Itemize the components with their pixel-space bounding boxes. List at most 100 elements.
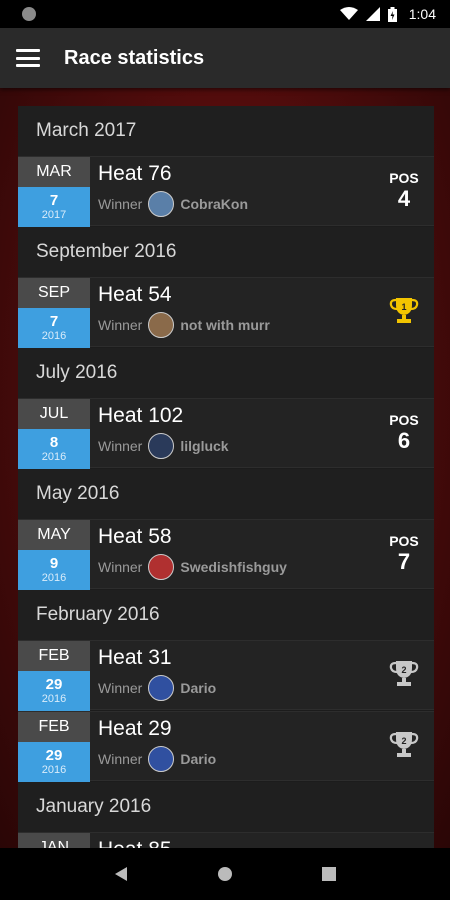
- race-row[interactable]: MAR 7 2017 Heat 76 Winner CobraKon POS 4: [18, 156, 434, 227]
- clock: 1:04: [408, 6, 436, 22]
- avatar: [148, 191, 175, 217]
- date-day-block: 7 2017: [18, 187, 90, 227]
- race-row[interactable]: MAY 9 2016 Heat 58 Winner Swedishfishguy…: [18, 519, 434, 590]
- winner-line: Winner Dario: [98, 675, 374, 701]
- menu-icon[interactable]: [16, 49, 40, 67]
- avatar: [148, 675, 175, 701]
- status-icons: 1:04: [339, 6, 436, 22]
- date-year: 2016: [41, 330, 67, 342]
- app-bar: Race statistics: [0, 28, 450, 88]
- month-header: May 2016: [18, 469, 434, 519]
- date-day: 7: [49, 313, 59, 330]
- race-list[interactable]: March 2017 MAR 7 2017 Heat 76 Winner Cob…: [18, 106, 434, 848]
- wifi-icon: [339, 7, 358, 20]
- date-year: 2016: [41, 572, 67, 584]
- winner-label: Winner: [98, 196, 143, 212]
- winner-line: Winner Dario: [98, 746, 374, 772]
- winner-name: not with murr: [180, 317, 270, 333]
- page-title: Race statistics: [64, 46, 205, 69]
- position-value: 7: [397, 548, 411, 574]
- date-day: 9: [49, 555, 59, 572]
- position-label: POS: [389, 411, 419, 428]
- date-day-block: 29 2016: [18, 671, 90, 711]
- signal-icon: [365, 7, 380, 21]
- race-row[interactable]: SEP 7 2016 Heat 54 Winner not with murr …: [18, 277, 434, 348]
- race-name: Heat 102: [98, 404, 184, 427]
- recents-icon[interactable]: [321, 867, 336, 881]
- date-badge: JUL 8 2016: [18, 399, 90, 469]
- race-row[interactable]: FEB 29 2016 Heat 29 Winner Dario 2: [18, 711, 434, 782]
- race-row[interactable]: FEB 29 2016 Heat 31 Winner Dario 2: [18, 640, 434, 711]
- winner-name: Dario: [180, 751, 217, 767]
- race-name: Heat 85: [98, 837, 374, 848]
- date-badge: FEB 29 2016: [18, 641, 90, 711]
- position-label: POS: [389, 532, 419, 549]
- svg-text:2: 2: [401, 665, 406, 675]
- date-month: MAY: [18, 520, 90, 550]
- date-badge: MAY 9 2016: [18, 520, 90, 590]
- race-name: Heat 29: [98, 717, 172, 740]
- winner-name: CobraKon: [180, 196, 249, 212]
- month-header: March 2017: [18, 106, 434, 156]
- race-info: Heat 54 Winner not with murr: [90, 278, 374, 346]
- winner-line: Winner lilgluck: [98, 433, 374, 459]
- date-day-block: 29 2016: [18, 742, 90, 782]
- race-result: 2: [374, 712, 434, 780]
- race-info: Heat 29 Winner Dario: [90, 712, 374, 780]
- date-month: FEB: [18, 641, 90, 671]
- position-value: 6: [397, 427, 411, 453]
- winner-label: Winner: [98, 438, 143, 454]
- avatar: [148, 746, 175, 772]
- date-badge: JAN: [18, 833, 90, 848]
- date-badge: FEB 29 2016: [18, 712, 90, 782]
- date-badge: SEP 7 2016: [18, 278, 90, 348]
- winner-line: Winner Swedishfishguy: [98, 554, 374, 580]
- system-nav-bar: [0, 848, 450, 900]
- date-day: 8: [49, 434, 59, 451]
- position-label: POS: [389, 169, 419, 186]
- date-year: 2017: [41, 209, 67, 221]
- race-result: POS 7: [374, 520, 434, 588]
- avatar: [148, 433, 175, 459]
- avatar: [148, 554, 175, 580]
- race-info: Heat 31 Winner Dario: [90, 641, 374, 709]
- winner-name: Swedishfishguy: [180, 559, 287, 575]
- race-row[interactable]: JAN Heat 85 1: [18, 832, 434, 848]
- race-name: Heat 31: [98, 646, 172, 669]
- race-info: Heat 85: [90, 833, 374, 848]
- date-month: MAR: [18, 157, 90, 187]
- status-bar: 1:04: [0, 0, 450, 28]
- winner-label: Winner: [98, 680, 143, 696]
- race-result: 2: [374, 641, 434, 709]
- month-header: February 2016: [18, 590, 434, 640]
- date-month: SEP: [18, 278, 90, 308]
- race-result: 1: [374, 833, 434, 848]
- date-year: 2016: [41, 764, 67, 776]
- winner-name: Dario: [180, 680, 217, 696]
- race-row[interactable]: JUL 8 2016 Heat 102 Winner lilgluck POS …: [18, 398, 434, 469]
- silver-trophy-icon: 2: [388, 658, 420, 693]
- race-result: POS 4: [374, 157, 434, 225]
- date-day-block: 7 2016: [18, 308, 90, 348]
- race-name: Heat 54: [98, 283, 172, 306]
- race-name: Heat 58: [98, 525, 172, 548]
- home-icon[interactable]: [217, 866, 233, 882]
- month-header: January 2016: [18, 782, 434, 832]
- winner-label: Winner: [98, 751, 143, 767]
- date-day: 29: [45, 676, 63, 693]
- back-icon[interactable]: [114, 866, 128, 882]
- date-day: 7: [49, 192, 59, 209]
- winner-line: Winner CobraKon: [98, 191, 374, 217]
- date-badge: MAR 7 2017: [18, 157, 90, 227]
- winner-name: lilgluck: [180, 438, 229, 454]
- battery-icon: [387, 6, 397, 22]
- date-day: 29: [45, 747, 63, 764]
- silver-trophy-icon: 2: [388, 729, 420, 764]
- date-day-block: 9 2016: [18, 550, 90, 590]
- notification-dot-icon: [22, 7, 36, 21]
- date-month: JUL: [18, 399, 90, 429]
- svg-text:1: 1: [401, 302, 406, 312]
- race-info: Heat 76 Winner CobraKon: [90, 157, 374, 225]
- winner-line: Winner not with murr: [98, 312, 374, 338]
- date-year: 2016: [41, 693, 67, 705]
